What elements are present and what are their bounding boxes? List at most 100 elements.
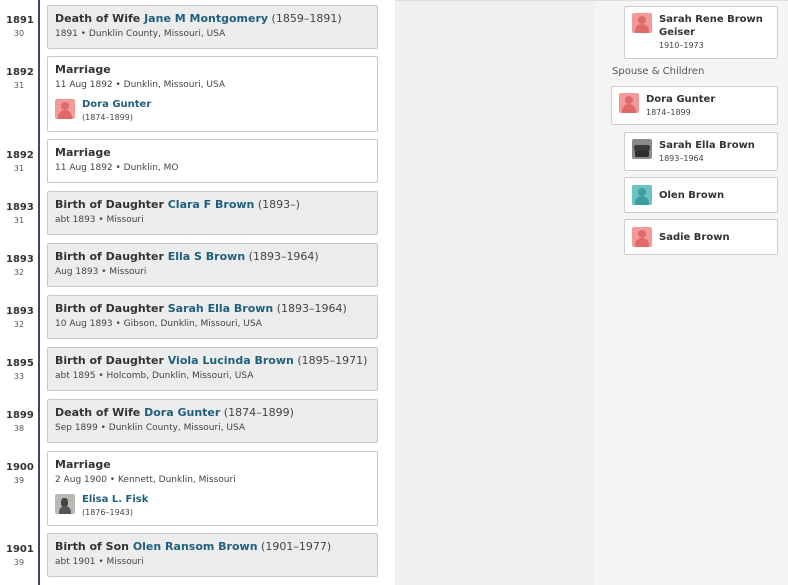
event-age: 39	[13, 558, 25, 567]
child-name-cont: Geiser	[659, 27, 696, 38]
event-person-link[interactable]: Clara F Brown	[168, 198, 255, 211]
event-title: Birth of Daughter Sarah Ella Brown (1893…	[55, 302, 370, 316]
event-card[interactable]: Marriage 11 Aug 1892 • Dunklin, MO	[47, 139, 378, 183]
event-title: Death of Wife Dora Gunter (1874–1899)	[55, 406, 370, 420]
event-year-age: 1895 33	[6, 358, 34, 381]
event-year-age: 1900 39	[6, 462, 34, 485]
spouse-entry[interactable]: Elisa L. Fisk (1876–1943)	[55, 494, 370, 517]
event-year: 1899	[6, 410, 34, 421]
event-year: 1893	[6, 306, 34, 317]
facts-page: 1891 30 Death of Wife Jane M Montgomery …	[0, 0, 788, 585]
event-card[interactable]: Birth of Daughter Sarah Ella Brown (1893…	[47, 295, 378, 339]
event-year-age: 1899 38	[6, 410, 34, 433]
event-type: Birth of Son	[55, 540, 133, 553]
child-card[interactable]: Olen Brown	[624, 177, 778, 213]
event-type: Death of Wife	[55, 12, 145, 25]
event-person-link[interactable]: Dora Gunter	[144, 406, 220, 419]
event-title: Birth of Son Olen Ransom Brown (1901–197…	[55, 540, 370, 554]
female-silhouette-icon	[632, 13, 652, 33]
event-type: Birth of Daughter	[55, 198, 168, 211]
event-title: Birth of Daughter Viola Lucinda Brown (1…	[55, 354, 370, 368]
spouse-name-link[interactable]: Elisa L. Fisk	[82, 494, 148, 506]
event-date-place: Sep 1899 • Dunklin County, Missouri, USA	[55, 423, 246, 433]
event-year: 1893	[6, 202, 34, 213]
female-silhouette-icon	[619, 93, 639, 113]
event-year-age: 1893 32	[6, 306, 34, 329]
event-date-place: abt 1901 • Missouri	[55, 557, 144, 567]
event-person-dates: (1895–1971)	[293, 354, 368, 367]
event-date-place: abt 1895 • Holcomb, Dunklin, Missouri, U…	[55, 371, 254, 381]
child-name: Sadie Brown	[659, 231, 730, 243]
event-year: 1892	[6, 150, 34, 161]
event-date-place: abt 1893 • Missouri	[55, 215, 144, 225]
event-person-link[interactable]: Olen Ransom Brown	[133, 540, 258, 553]
event-type: Birth of Daughter	[55, 250, 168, 263]
photo-thumbnail	[632, 139, 652, 159]
child-name: Sarah Ella Brown	[659, 140, 755, 151]
spouse-children-heading: Spouse & Children	[612, 66, 705, 77]
event-year: 1892	[6, 67, 34, 78]
event-year-age: 1893 32	[6, 254, 34, 277]
event-date-place: 11 Aug 1892 • Dunklin, MO	[55, 163, 179, 173]
event-card[interactable]: Death of Wife Dora Gunter (1874–1899) Se…	[47, 399, 378, 443]
event-age: 32	[13, 268, 25, 277]
event-year-age: 1901 39	[6, 544, 34, 567]
spouse-name-link[interactable]: Dora Gunter	[82, 99, 151, 111]
event-card[interactable]: Birth of Son Olen Ransom Brown (1901–197…	[47, 533, 378, 577]
event-year: 1891	[6, 15, 34, 26]
event-age: 39	[13, 476, 25, 485]
event-person-dates: (1893–1964)	[245, 250, 319, 263]
event-title: Birth of Daughter Clara F Brown (1893–)	[55, 198, 370, 212]
spouse-dates: (1876–1943)	[82, 508, 133, 517]
event-person-dates: (1901–1977)	[257, 540, 332, 553]
child-dates: 1893–1964	[659, 154, 704, 163]
middle-column	[395, 1, 595, 585]
event-type: Birth of Daughter	[55, 354, 168, 367]
event-card[interactable]: Birth of Daughter Viola Lucinda Brown (1…	[47, 347, 378, 391]
child-card[interactable]: Sarah Ella Brown 1893–1964	[624, 132, 778, 171]
event-card[interactable]: Birth of Daughter Ella S Brown (1893–196…	[47, 243, 378, 287]
female-silhouette-icon	[55, 99, 75, 119]
event-year-age: 1891 30	[6, 15, 34, 38]
event-age: 33	[13, 372, 25, 381]
event-card[interactable]: Marriage 2 Aug 1900 • Kennett, Dunklin, …	[47, 451, 378, 526]
event-person-link[interactable]: Jane M Montgomery	[144, 12, 268, 25]
event-person-dates: (1893–1964)	[273, 302, 347, 315]
child-card[interactable]: Sarah Rene Brown Geiser 1910–1973	[624, 6, 778, 59]
event-card[interactable]: Death of Wife Jane M Montgomery (1859–18…	[47, 5, 378, 49]
event-year: 1900	[6, 462, 34, 473]
child-name: Sarah Rene Brown	[659, 14, 763, 25]
event-year-age: 1893 31	[6, 202, 34, 225]
event-date-place: 1891 • Dunklin County, Missouri, USA	[55, 29, 226, 39]
event-title: Death of Wife Jane M Montgomery (1859–18…	[55, 12, 370, 26]
event-title: Marriage	[55, 146, 111, 159]
event-year: 1895	[6, 358, 34, 369]
event-year: 1901	[6, 544, 34, 555]
event-age: 32	[13, 320, 25, 329]
event-title: Birth of Daughter Ella S Brown (1893–196…	[55, 250, 370, 264]
event-age: 30	[13, 29, 25, 38]
child-dates: 1910–1973	[659, 41, 704, 50]
event-person-link[interactable]: Sarah Ella Brown	[168, 302, 274, 315]
event-date-place: 2 Aug 1900 • Kennett, Dunklin, Missouri	[55, 475, 236, 485]
event-card[interactable]: Birth of Daughter Clara F Brown (1893–) …	[47, 191, 378, 235]
event-age: 31	[13, 81, 25, 90]
event-person-dates: (1893–)	[254, 198, 300, 211]
event-title: Marriage	[55, 458, 111, 471]
event-person-link[interactable]: Ella S Brown	[168, 250, 245, 263]
event-year: 1893	[6, 254, 34, 265]
spouse-name: Dora Gunter	[646, 94, 716, 105]
spouse-card[interactable]: Dora Gunter 1874–1899	[611, 86, 778, 125]
spouse-dates: (1874–1899)	[82, 113, 133, 122]
photo-thumbnail	[55, 494, 75, 514]
event-card[interactable]: Marriage 11 Aug 1892 • Dunklin, Missouri…	[47, 56, 378, 132]
event-age: 31	[13, 164, 25, 173]
spouse-dates: 1874–1899	[646, 108, 691, 117]
spouse-entry[interactable]: Dora Gunter (1874–1899)	[55, 99, 370, 122]
event-person-dates: (1859–1891)	[268, 12, 342, 25]
event-person-link[interactable]: Viola Lucinda Brown	[168, 354, 294, 367]
event-date-place: Aug 1893 • Missouri	[55, 267, 147, 277]
event-type: Birth of Daughter	[55, 302, 168, 315]
event-title: Marriage	[55, 63, 111, 76]
child-card[interactable]: Sadie Brown	[624, 219, 778, 255]
